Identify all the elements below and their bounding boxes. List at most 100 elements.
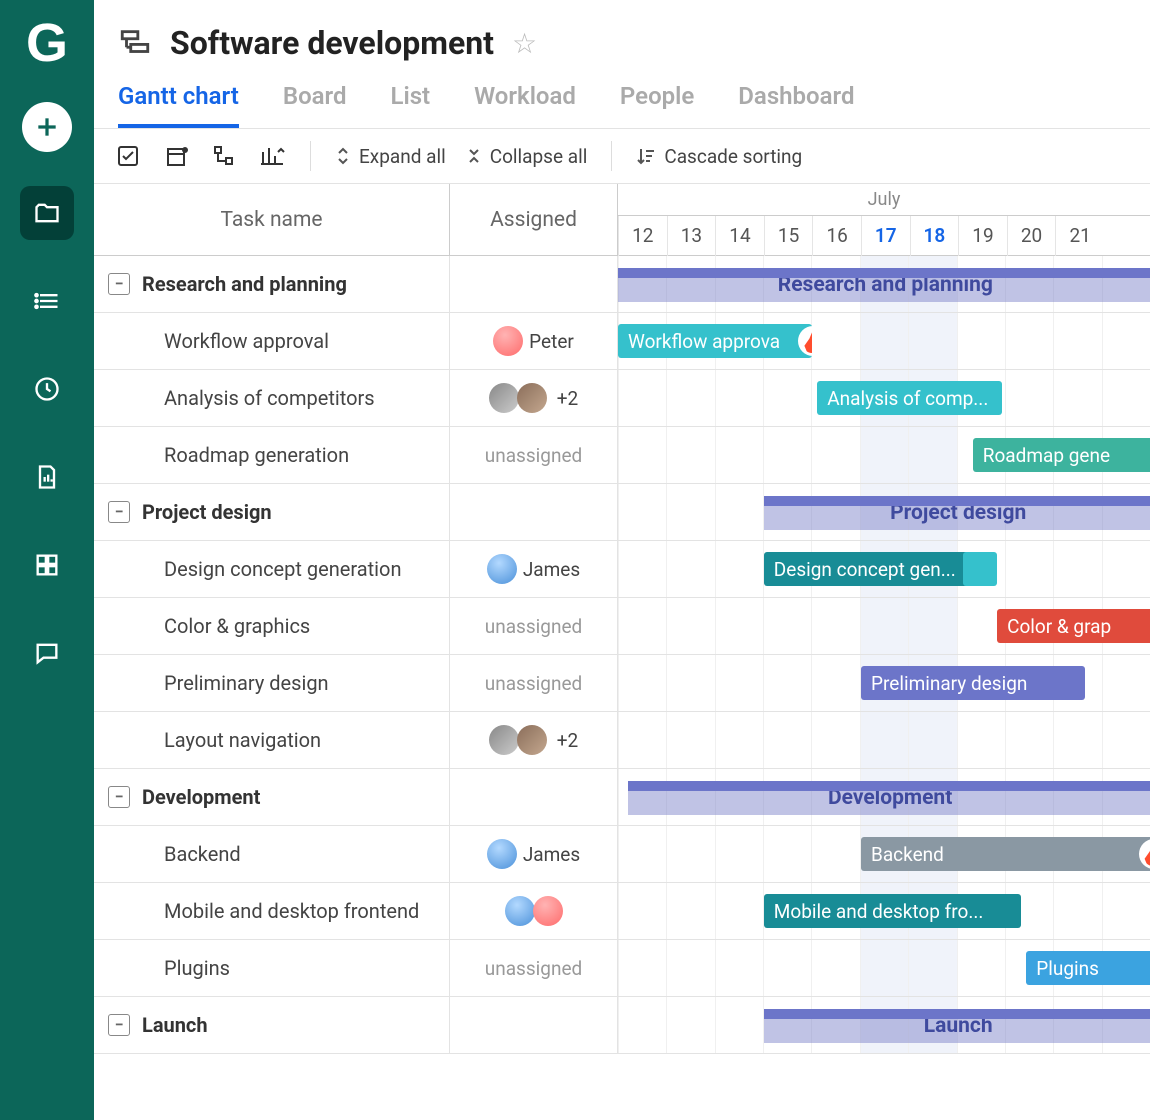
assignee-unassigned: unassigned <box>485 957 583 980</box>
checkbox-tool-icon[interactable] <box>114 142 142 170</box>
task-cell[interactable]: −Project design <box>94 484 450 540</box>
task-name: Development <box>142 785 260 809</box>
day-21: 21 <box>1055 216 1104 256</box>
timeline-cell <box>618 712 1150 768</box>
assigned-cell[interactable] <box>450 256 618 312</box>
task-bar[interactable]: Mobile and desktop fro... <box>764 894 1022 928</box>
assigned-cell[interactable]: Peter <box>450 313 618 369</box>
task-cell[interactable]: Analysis of competitors <box>94 370 450 426</box>
fire-icon <box>1139 839 1150 869</box>
task-bar[interactable]: Color & grap <box>997 609 1150 643</box>
avatar <box>489 383 519 413</box>
assigned-cell[interactable]: unassigned <box>450 598 618 654</box>
avatar <box>487 554 517 584</box>
expand-all-button[interactable]: Expand all <box>335 145 446 168</box>
task-bar[interactable]: Analysis of comp... <box>817 381 1002 415</box>
task-name: Preliminary design <box>164 671 329 695</box>
folder-nav-icon[interactable] <box>20 186 74 240</box>
avatar <box>493 326 523 356</box>
clock-nav-icon[interactable] <box>20 362 74 416</box>
task-cell[interactable]: Color & graphics <box>94 598 450 654</box>
task-row: Mobile and desktop frontend Mobile and de… <box>94 883 1150 940</box>
grid-nav-icon[interactable] <box>20 538 74 592</box>
task-name: Design concept generation <box>164 557 402 581</box>
group-bar[interactable]: Research and planning <box>618 268 1150 302</box>
day-13: 13 <box>667 216 716 256</box>
task-row: Roadmap generation unassigned Roadmap gene <box>94 427 1150 484</box>
add-button[interactable] <box>22 102 72 152</box>
group-bar[interactable]: Development <box>628 781 1150 815</box>
task-cell[interactable]: Backend <box>94 826 450 882</box>
expand-all-label: Expand all <box>359 145 446 168</box>
group-bar[interactable]: Project design <box>764 496 1150 530</box>
group-bar[interactable]: Launch <box>764 1009 1150 1043</box>
month-label: July <box>618 184 1150 216</box>
hierarchy-tool-icon[interactable] <box>210 142 238 170</box>
task-cell[interactable]: −Development <box>94 769 450 825</box>
task-cell[interactable]: −Research and planning <box>94 256 450 312</box>
task-bar[interactable]: Design concept gen... <box>764 552 992 586</box>
task-bar[interactable]: Workflow approva <box>618 324 812 358</box>
report-nav-icon[interactable] <box>20 450 74 504</box>
task-cell[interactable]: Mobile and desktop frontend <box>94 883 450 939</box>
baseline-tool-icon[interactable] <box>258 142 286 170</box>
column-header-task: Task name <box>94 184 450 255</box>
collapse-all-label: Collapse all <box>490 145 588 168</box>
view-tabs: Gantt chart Board List Workload People Dashbo… <box>94 70 1150 129</box>
day-15: 15 <box>764 216 813 256</box>
collapse-toggle[interactable]: − <box>108 501 130 523</box>
assigned-cell[interactable] <box>450 769 618 825</box>
assigned-cell[interactable] <box>450 997 618 1053</box>
timeline-cell: Design concept gen... <box>618 541 1150 597</box>
collapse-toggle[interactable]: − <box>108 786 130 808</box>
collapse-toggle[interactable]: − <box>108 1014 130 1036</box>
avatar <box>505 896 535 926</box>
assigned-cell[interactable]: +2 <box>450 712 618 768</box>
tab-list[interactable]: List <box>390 82 430 128</box>
assigned-cell[interactable] <box>450 484 618 540</box>
assigned-cell[interactable]: James <box>450 541 618 597</box>
task-name: Backend <box>164 842 241 866</box>
tab-board[interactable]: Board <box>283 82 347 128</box>
task-cell[interactable]: Roadmap generation <box>94 427 450 483</box>
task-bar-extra[interactable] <box>963 552 997 586</box>
tab-workload[interactable]: Workload <box>474 82 576 128</box>
task-cell[interactable]: Design concept generation <box>94 541 450 597</box>
task-cell[interactable]: Preliminary design <box>94 655 450 711</box>
day-17: 17 <box>861 216 910 256</box>
assignee-more: +2 <box>557 729 578 752</box>
assigned-cell[interactable]: unassigned <box>450 427 618 483</box>
task-bar[interactable]: Backend <box>861 837 1150 871</box>
collapse-all-button[interactable]: Collapse all <box>466 145 588 168</box>
assignee-more: +2 <box>557 387 578 410</box>
task-cell[interactable]: −Launch <box>94 997 450 1053</box>
assigned-cell[interactable]: unassigned <box>450 940 618 996</box>
assigned-cell[interactable]: James <box>450 826 618 882</box>
assigned-cell[interactable]: unassigned <box>450 655 618 711</box>
day-18: 18 <box>910 216 959 256</box>
task-cell[interactable]: Workflow approval <box>94 313 450 369</box>
tab-dashboard[interactable]: Dashboard <box>738 82 854 128</box>
favorite-star-icon[interactable]: ☆ <box>512 27 537 60</box>
list-nav-icon[interactable] <box>20 274 74 328</box>
task-bar[interactable]: Plugins <box>1026 951 1150 985</box>
task-cell[interactable]: Layout navigation <box>94 712 450 768</box>
calendar-tool-icon[interactable] <box>162 142 190 170</box>
task-name: Workflow approval <box>164 329 329 353</box>
assigned-cell[interactable]: +2 <box>450 370 618 426</box>
task-name: Research and planning <box>142 272 347 296</box>
task-row: Workflow approval PeterWorkflow approva <box>94 313 1150 370</box>
task-cell[interactable]: Plugins <box>94 940 450 996</box>
task-name: Mobile and desktop frontend <box>164 899 419 923</box>
avatar <box>489 725 519 755</box>
cascade-sort-button[interactable]: Cascade sorting <box>636 145 802 168</box>
task-bar[interactable]: Roadmap gene <box>973 438 1150 472</box>
task-name: Roadmap generation <box>164 443 349 467</box>
chat-nav-icon[interactable] <box>20 626 74 680</box>
tab-people[interactable]: People <box>620 82 694 128</box>
tab-gantt-chart[interactable]: Gantt chart <box>118 82 239 128</box>
assigned-cell[interactable] <box>450 883 618 939</box>
collapse-toggle[interactable]: − <box>108 273 130 295</box>
timeline-cell: Analysis of comp... <box>618 370 1150 426</box>
task-bar[interactable]: Preliminary design <box>861 666 1085 700</box>
